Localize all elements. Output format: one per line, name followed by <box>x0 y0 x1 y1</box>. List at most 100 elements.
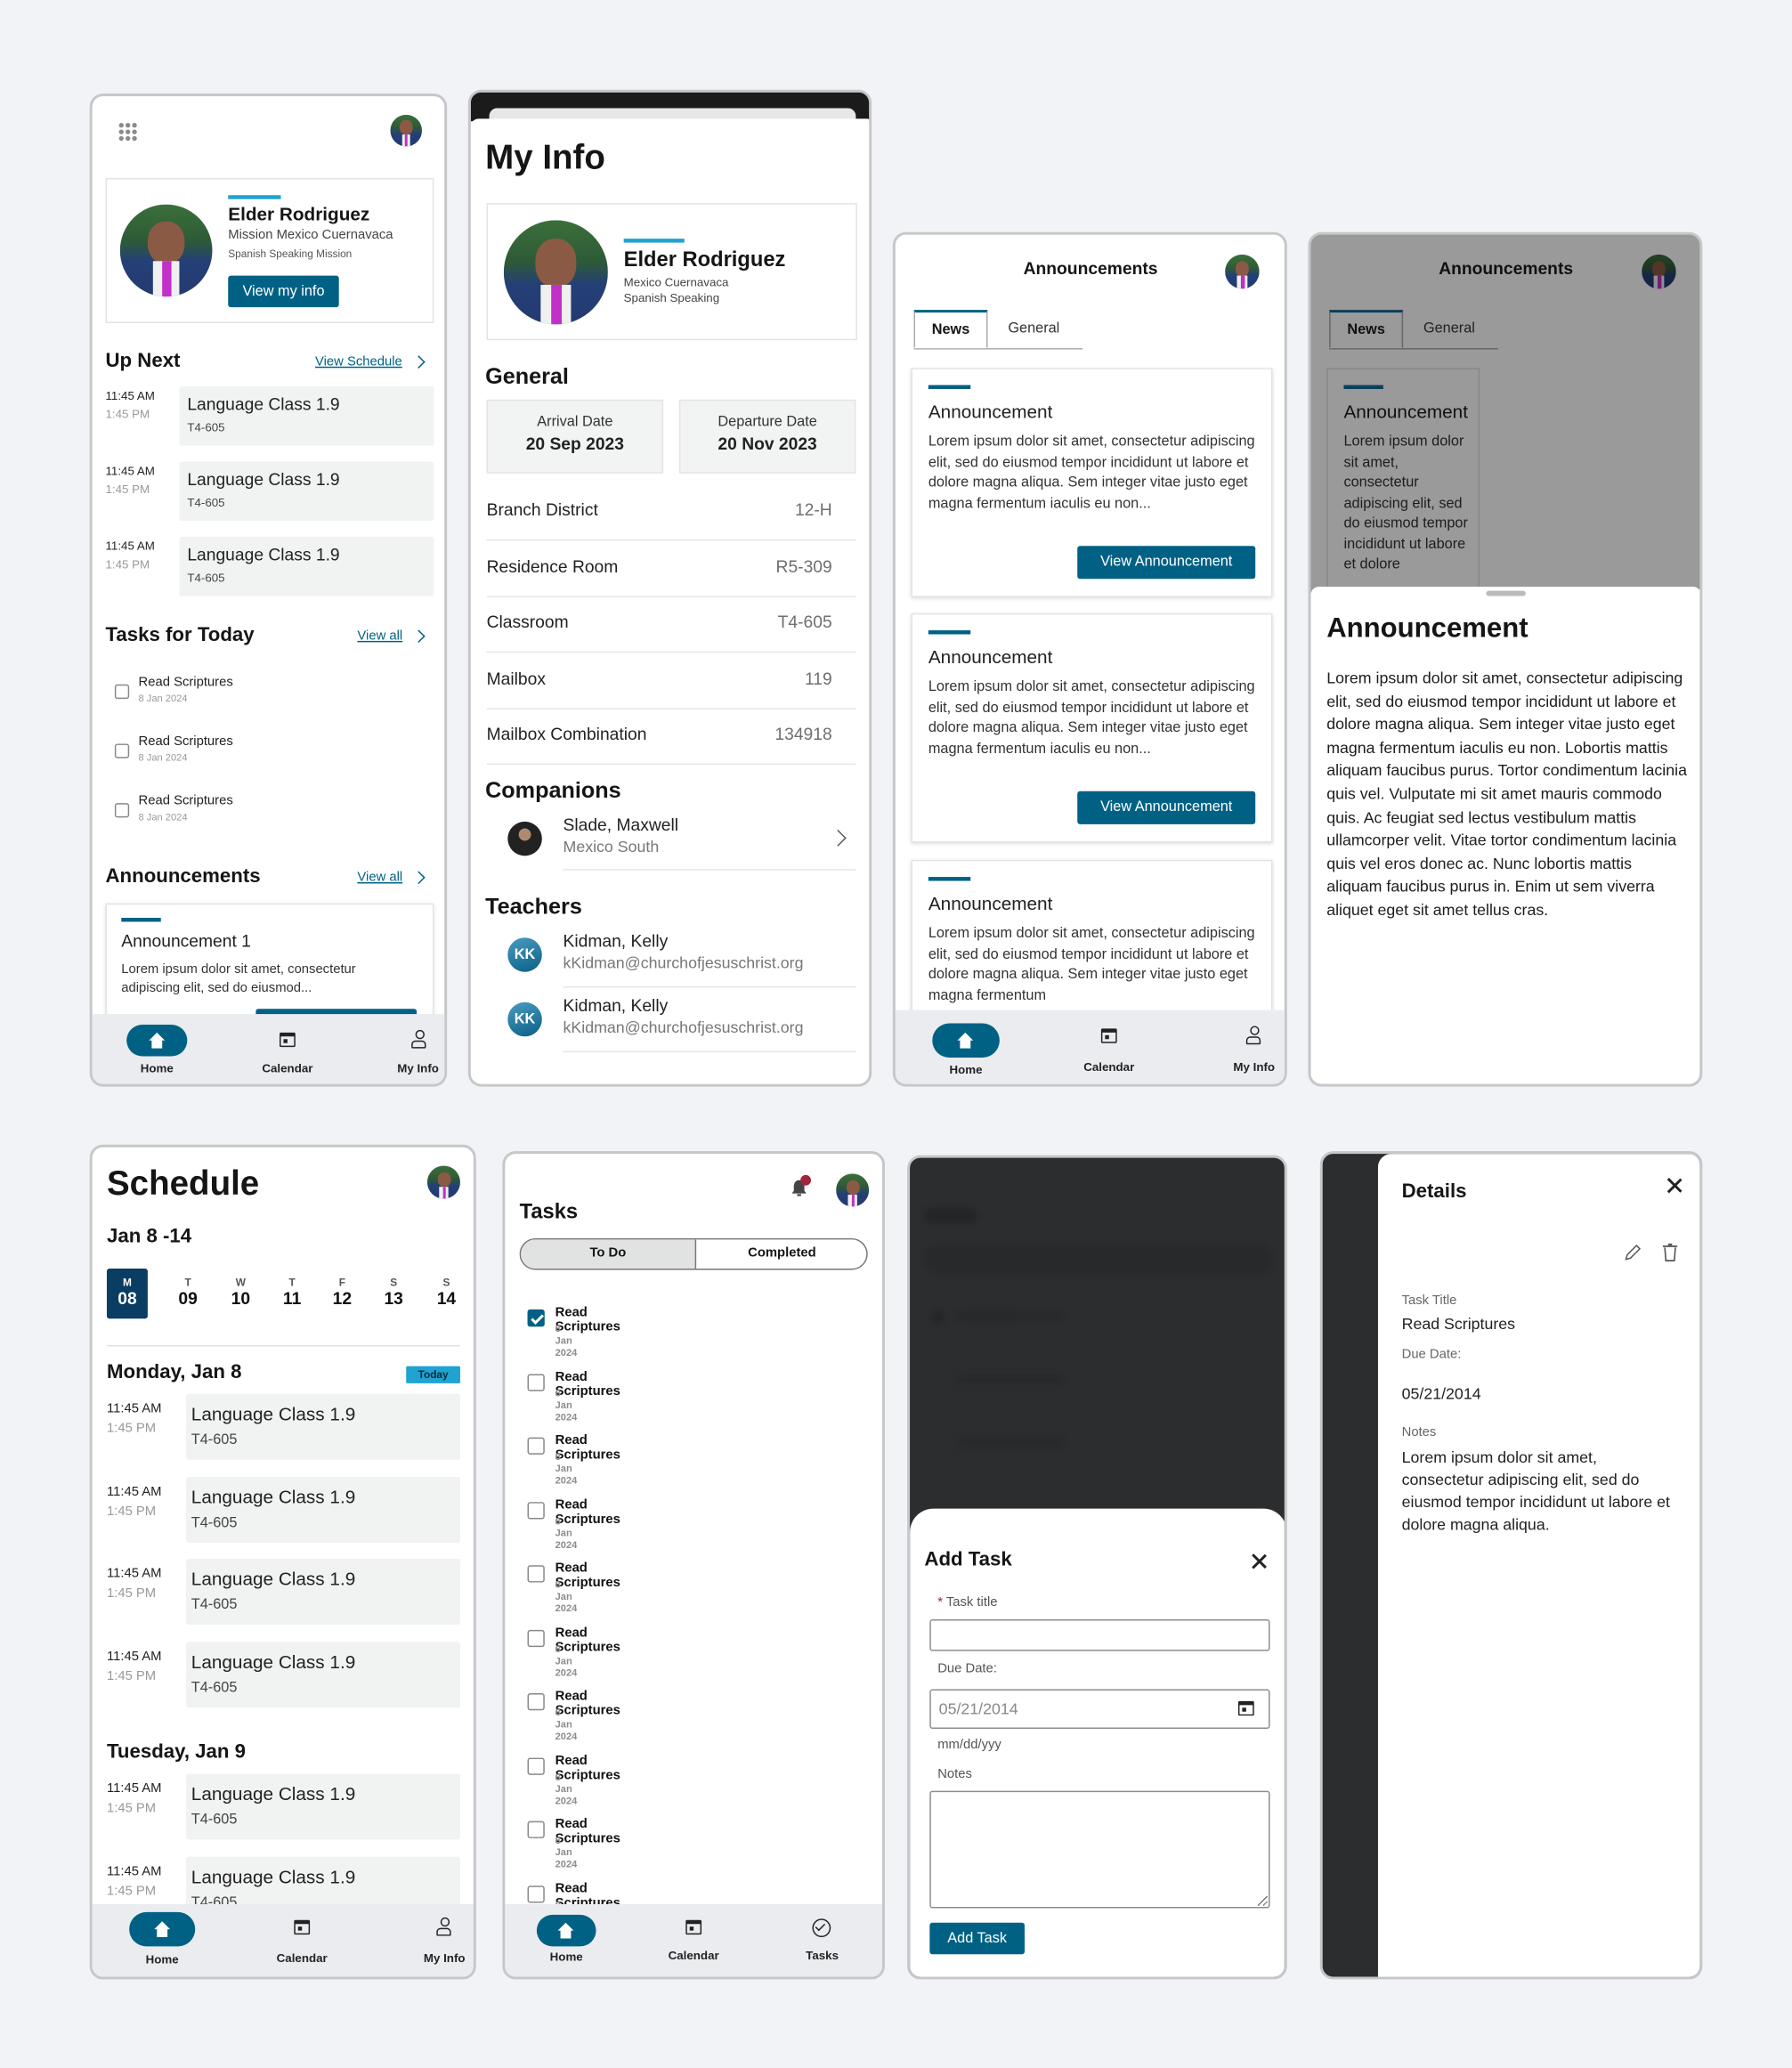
task-checkbox[interactable] <box>527 1885 545 1902</box>
person-icon[interactable] <box>411 1029 427 1049</box>
drag-handle[interactable] <box>1486 590 1526 596</box>
nav-calendar-label[interactable]: Calendar <box>654 1949 734 1962</box>
nav-tasks-label[interactable]: Tasks <box>792 1949 852 1962</box>
nav-my-info-label[interactable]: My Info <box>388 1061 445 1075</box>
nav-calendar-label[interactable]: Calendar <box>1069 1060 1148 1074</box>
profile-card: Elder Rodriguez Mexico Cuernavaca Spanis… <box>486 203 857 341</box>
close-icon[interactable] <box>1252 1553 1268 1569</box>
tasks-today-title: Tasks for Today <box>105 623 255 646</box>
announcement-card[interactable]: Announcement Lorem ipsum dolor sit amet, … <box>911 368 1273 598</box>
teacher-email[interactable]: kKidman@churchofjesuschrist.org <box>564 953 804 972</box>
nav-home-label[interactable]: Home <box>126 1061 187 1075</box>
task-checkbox[interactable] <box>527 1565 545 1583</box>
week-day[interactable]: M 08 <box>106 1269 148 1319</box>
event-card[interactable]: Language Class 1.9 T4-605 <box>185 1476 460 1543</box>
add-task-button[interactable]: Add Task <box>929 1922 1025 1955</box>
task-checkbox[interactable] <box>527 1437 545 1455</box>
profile-language: Spanish Speaking Mission <box>228 247 353 260</box>
event-card[interactable]: Language Class 1.9 T4-605 <box>179 536 434 596</box>
profile-card: Elder Rodriguez Mission Mexico Cuernavac… <box>105 177 434 323</box>
calendar-icon[interactable] <box>294 1919 311 1935</box>
task-title-input[interactable] <box>929 1619 1270 1651</box>
view-all-tasks-link[interactable]: View all <box>357 629 402 644</box>
companion-row[interactable]: Slade, Maxwell Mexico South <box>487 811 856 872</box>
nav-my-info-label[interactable]: My Info <box>413 1951 474 1965</box>
user-avatar[interactable] <box>390 114 423 147</box>
calendar-icon[interactable] <box>1237 1700 1254 1716</box>
date-format-hint: mm/dd/yyy <box>937 1738 1001 1753</box>
week-day[interactable]: W 10 <box>220 1269 261 1318</box>
teacher-email[interactable]: kKidman@churchofjesuschrist.org <box>564 1018 804 1037</box>
nav-calendar-label[interactable]: Calendar <box>263 1951 342 1965</box>
event-card[interactable]: Language Class 1.9 T4-605 <box>179 461 434 522</box>
view-all-announcements-link[interactable]: View all <box>357 871 402 885</box>
person-icon[interactable] <box>436 1917 452 1936</box>
user-avatar[interactable] <box>426 1165 460 1199</box>
segment-completed[interactable]: Completed <box>696 1239 866 1269</box>
calendar-icon[interactable] <box>1100 1028 1117 1043</box>
bell-icon[interactable] <box>789 1174 811 1199</box>
task-checkbox[interactable] <box>527 1309 545 1327</box>
nav-home-label[interactable]: Home <box>129 1953 195 1967</box>
segment-to-do[interactable]: To Do <box>521 1239 697 1269</box>
delete-icon[interactable] <box>1661 1242 1678 1261</box>
task-checkbox[interactable] <box>527 1501 545 1519</box>
task-checkbox[interactable] <box>114 684 130 700</box>
announcement-card[interactable]: Announcement Lorem ipsum dolor sit amet, … <box>911 612 1273 843</box>
add-task-modal: Add Task * Task title Due Date: 05/21/20… <box>910 1508 1285 1977</box>
task-checkbox[interactable] <box>114 743 130 758</box>
week-day[interactable]: F 12 <box>321 1269 362 1318</box>
home-icon <box>957 1032 974 1049</box>
teacher-row[interactable]: KK Kidman, Kelly kKidman@churchofjesuschri… <box>487 927 856 990</box>
event-card[interactable]: Language Class 1.9 T4-605 <box>185 1393 460 1460</box>
nav-home-label[interactable]: Home <box>537 1950 596 1964</box>
event-end-time: 1:45 PM <box>106 1421 157 1437</box>
nav-home[interactable] <box>536 1914 596 1947</box>
due-date-input[interactable]: 05/21/2014 <box>929 1689 1270 1729</box>
week-day[interactable]: S 14 <box>426 1269 466 1318</box>
calendar-icon[interactable] <box>280 1032 296 1048</box>
nav-home[interactable] <box>126 1024 188 1057</box>
event-card[interactable]: Language Class 1.9 T4-605 <box>185 1559 460 1626</box>
teacher-row[interactable]: KK Kidman, Kelly kKidman@churchofjesuschri… <box>487 992 856 1055</box>
tab-news[interactable]: News <box>913 310 988 349</box>
task-checkbox[interactable] <box>527 1629 545 1647</box>
day-letter: S <box>442 1276 450 1289</box>
notes-textarea[interactable] <box>929 1790 1270 1909</box>
view-schedule-link[interactable]: View Schedule <box>315 354 402 369</box>
departure-date-value: 20 Nov 2023 <box>718 434 817 454</box>
companion-name: Slade, Maxwell <box>563 815 679 835</box>
due-date-label: Due Date: <box>1401 1347 1462 1363</box>
check-circle-icon[interactable] <box>812 1918 831 1938</box>
tab-general[interactable]: General <box>987 310 1080 348</box>
view-announcement-button[interactable]: View Announcement <box>1077 546 1256 580</box>
view-my-info-button[interactable]: View my info <box>228 275 339 308</box>
week-day[interactable]: T 11 <box>272 1269 312 1318</box>
info-label: Branch District <box>486 499 598 520</box>
nav-home-label[interactable]: Home <box>932 1063 1000 1076</box>
event-card[interactable]: Language Class 1.9 T4-605 <box>179 386 434 446</box>
task-name: Read Scriptures <box>138 793 233 809</box>
nav-home[interactable] <box>129 1911 196 1947</box>
task-checkbox[interactable] <box>527 1373 545 1391</box>
nav-my-info-label[interactable]: My Info <box>1222 1060 1285 1074</box>
person-icon[interactable] <box>1245 1026 1262 1045</box>
week-day[interactable]: T 09 <box>167 1269 208 1318</box>
user-avatar[interactable] <box>836 1173 870 1207</box>
departure-date-label: Departure Date <box>718 414 817 430</box>
task-checkbox[interactable] <box>114 803 130 818</box>
nav-home[interactable] <box>932 1023 1000 1058</box>
view-announcement-button[interactable]: View Announcement <box>1077 791 1256 824</box>
calendar-icon[interactable] <box>685 1919 702 1935</box>
close-icon[interactable] <box>1666 1178 1683 1194</box>
grid-menu-icon[interactable] <box>118 121 139 142</box>
nav-calendar-label[interactable]: Calendar <box>247 1061 327 1075</box>
event-card[interactable]: Language Class 1.9 T4-605 <box>185 1641 460 1707</box>
edit-icon[interactable] <box>1623 1244 1642 1262</box>
event-card[interactable]: Language Class 1.9 T4-605 <box>185 1773 460 1840</box>
task-checkbox[interactable] <box>527 1692 545 1711</box>
week-day[interactable]: S 13 <box>373 1269 414 1318</box>
user-avatar[interactable] <box>1225 254 1260 289</box>
task-checkbox[interactable] <box>527 1821 545 1838</box>
task-checkbox[interactable] <box>527 1756 545 1775</box>
